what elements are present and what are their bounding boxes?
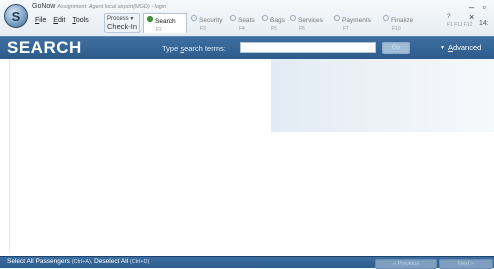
tab-seats[interactable]: Seats F4 xyxy=(227,13,257,33)
menu-file[interactable]: File xyxy=(35,17,46,24)
select-all-link[interactable]: Select All Passengers xyxy=(7,258,70,265)
page-title: SEARCH xyxy=(7,38,82,57)
radio-icon xyxy=(334,15,340,21)
process-name: Check-In xyxy=(107,22,138,31)
tab-search[interactable]: Search F2 xyxy=(143,13,187,33)
radio-icon xyxy=(147,16,153,22)
tab-services[interactable]: Services F6 xyxy=(287,13,331,33)
radio-icon xyxy=(383,15,389,21)
search-input[interactable] xyxy=(240,42,376,53)
advanced-toggle[interactable]: ▼ Advanced xyxy=(440,43,481,52)
select-all-shortcut: (Ctrl+A), xyxy=(71,259,93,265)
app-title: GoNow Assignment: Agent local airport(MG… xyxy=(32,3,166,10)
status-bar: Select All Passengers (Ctrl+A), Deselect… xyxy=(0,256,494,269)
tab-finalize[interactable]: Finalize F10 xyxy=(380,13,420,33)
next-button[interactable]: Next » xyxy=(439,259,493,269)
go-button[interactable]: Go xyxy=(382,42,410,54)
radio-icon xyxy=(262,15,268,21)
menu-tools[interactable]: Tools xyxy=(72,17,88,24)
menu-bar: File Edit Tools xyxy=(35,17,89,24)
app-name: GoNow xyxy=(32,3,56,10)
results-panel xyxy=(9,59,271,253)
previous-button[interactable]: « Previous xyxy=(375,259,437,269)
window-controls[interactable]: – ▫ × xyxy=(469,2,494,22)
search-bar: SEARCH Type search terms: Go ▼ Advanced xyxy=(0,36,494,60)
clock: 14: xyxy=(479,20,489,27)
title-bar: S GoNow Assignment: Agent local airport(… xyxy=(0,0,494,37)
deselect-all-shortcut: (Ctrl+D) xyxy=(129,259,150,265)
radio-icon xyxy=(230,15,236,21)
process-selector[interactable]: Process ▾ Check-In xyxy=(104,13,140,33)
radio-icon xyxy=(290,15,296,21)
utility-keys: F1 F11 F12 xyxy=(447,22,473,28)
deselect-all-link[interactable]: Deselect All xyxy=(94,258,128,265)
selection-links: Select All Passengers (Ctrl+A), Deselect… xyxy=(7,258,149,265)
radio-icon xyxy=(191,15,197,21)
app-logo-icon: S xyxy=(4,4,28,28)
menu-edit[interactable]: Edit xyxy=(53,17,65,24)
app-subtitle: Assignment: Agent local airport(MGD) - l… xyxy=(57,4,167,10)
main-content xyxy=(0,59,494,256)
tab-security[interactable]: Security F3 xyxy=(188,13,230,33)
search-label: Type search terms: xyxy=(162,44,226,53)
details-panel xyxy=(271,59,494,132)
chevron-down-icon: ▼ xyxy=(440,45,445,51)
tab-payments[interactable]: Payments F7 xyxy=(331,13,379,33)
tab-bags[interactable]: Bags F5 xyxy=(259,13,289,33)
